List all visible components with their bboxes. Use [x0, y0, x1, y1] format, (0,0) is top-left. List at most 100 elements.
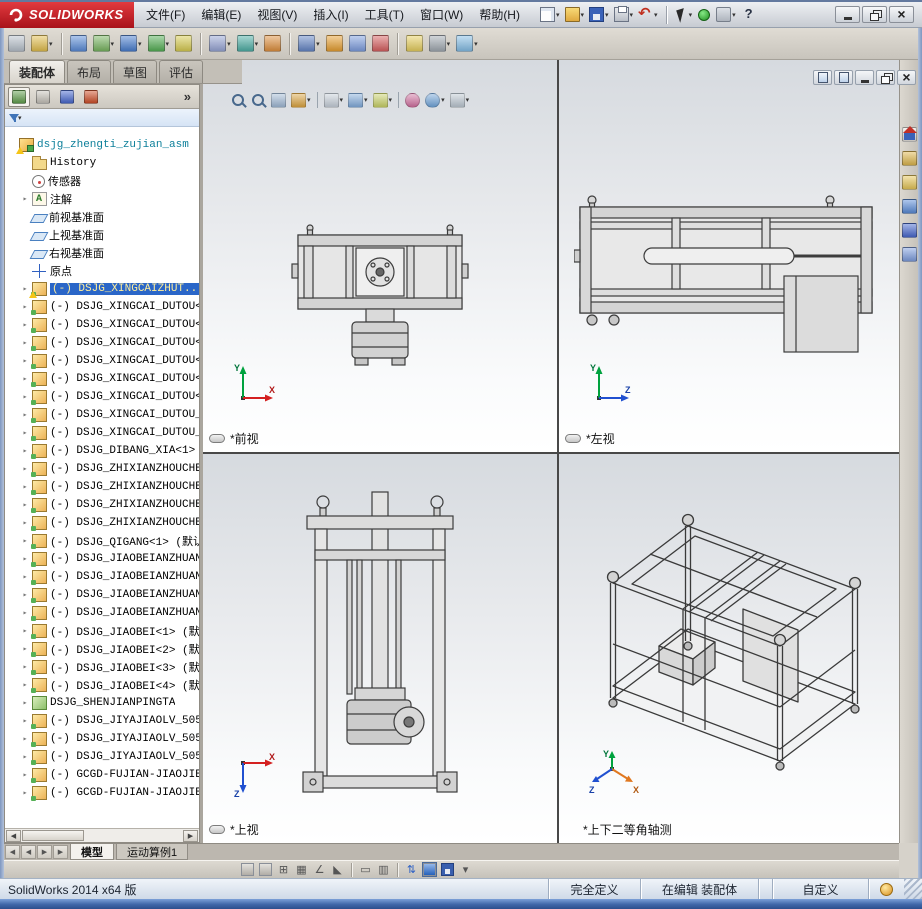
- tree-item[interactable]: ▸ (-) DSJG_ZHIXIANZHOUCHE: [5, 496, 199, 514]
- tree-item[interactable]: ▸ 注解: [5, 190, 199, 208]
- expand-toggle-icon[interactable]: ▸: [21, 554, 29, 564]
- dropdown-caret-icon[interactable]: ▾: [732, 11, 736, 19]
- angle-snap-button[interactable]: ∠: [312, 862, 327, 877]
- tree-item[interactable]: ▸ (-) DSJG_XINGCAI_DUTOU<: [5, 370, 199, 388]
- expand-toggle-icon[interactable]: ▸: [21, 356, 29, 366]
- dropdown-caret-icon[interactable]: ▾: [227, 40, 231, 48]
- close-document-button[interactable]: [897, 70, 916, 85]
- viewport-apply-scene-button[interactable]: ▾: [423, 90, 447, 110]
- dropdown-caret-icon[interactable]: ▾: [441, 96, 445, 104]
- toolbar-bill-of-materials-button[interactable]: ▾: [296, 31, 322, 57]
- undo-button[interactable]: ▾: [636, 4, 660, 26]
- tree-item[interactable]: ▸ (-) DSJG_XINGCAIZHUT...: [5, 280, 199, 298]
- viewport-section-view-button[interactable]: ▾: [289, 90, 313, 110]
- viewport-zoom-to-fit-button[interactable]: [229, 90, 248, 110]
- expand-toggle-icon[interactable]: ▸: [21, 536, 29, 546]
- viewport-previous-view-button[interactable]: [269, 90, 288, 110]
- tree-item[interactable]: ▸ (-) DSJG_JIAOBEIANZHUAN: [5, 586, 199, 604]
- menu-item[interactable]: 编辑(E): [193, 4, 249, 26]
- viewport-divider-horizontal[interactable]: [203, 452, 899, 454]
- restore-document-button[interactable]: [876, 70, 895, 85]
- resize-grip-icon[interactable]: [904, 879, 922, 899]
- toolbar-take-snapshot-button[interactable]: ▾: [454, 31, 480, 57]
- dropdown-caret-icon[interactable]: ▾: [111, 40, 115, 48]
- expand-toggle-icon[interactable]: ▸: [21, 752, 29, 762]
- menu-item[interactable]: 工具(T): [357, 4, 412, 26]
- expand-toggle-icon[interactable]: ▸: [21, 770, 29, 780]
- dropdown-caret-icon[interactable]: ▾: [605, 11, 609, 19]
- dropdown-caret-icon[interactable]: ▾: [447, 40, 451, 48]
- tile-windows-button[interactable]: ⇅: [404, 862, 419, 877]
- command-tab-2[interactable]: 草图: [113, 60, 158, 83]
- expand-toggle-icon[interactable]: ▸: [21, 572, 29, 582]
- tree-item[interactable]: ▸ (-) DSJG_XINGCAI_DUTOU<: [5, 352, 199, 370]
- toolbar-smart-fasteners-button[interactable]: ▾: [118, 31, 144, 57]
- custom-properties-button[interactable]: [900, 242, 919, 266]
- solidworks-resources-button[interactable]: [900, 122, 919, 146]
- menu-item[interactable]: 窗口(W): [412, 4, 471, 26]
- dropdown-caret-icon[interactable]: ▾: [255, 40, 259, 48]
- viewport-left[interactable]: Y Z *左视: [559, 60, 899, 452]
- tree-item[interactable]: ▸ (-) GCGD-FUJIAN-JIAOJIE: [5, 766, 199, 784]
- toolbar-new-motion-study-button[interactable]: [262, 31, 283, 57]
- scroll-prev-button[interactable]: ◀: [21, 845, 36, 859]
- viewport-view-settings-button[interactable]: ▾: [448, 90, 472, 110]
- appearances-scenes-button[interactable]: [900, 218, 919, 242]
- scrollbar-track[interactable]: [21, 830, 183, 842]
- toolbar-explode-line-sketch-button[interactable]: [347, 31, 368, 57]
- viewport-front[interactable]: Y X *前视: [203, 60, 557, 452]
- toolbar-mate-button[interactable]: [68, 31, 89, 57]
- measure-button[interactable]: [240, 862, 255, 877]
- tree-item[interactable]: ▸ (-) DSJG_JIYAJIAOLV_505: [5, 712, 199, 730]
- expand-toggle-icon[interactable]: ▸: [21, 608, 29, 618]
- expand-toggle-icon[interactable]: ▸: [21, 446, 29, 456]
- tree-item[interactable]: ▸ (-) DSJG_JIYAJIAOLV_505: [5, 748, 199, 766]
- viewport-display-style-button[interactable]: ▾: [346, 90, 370, 110]
- tree-item[interactable]: 上视基准面: [5, 226, 199, 244]
- quick-tips-button[interactable]: [868, 879, 904, 899]
- propertymanager-tab[interactable]: [32, 87, 54, 107]
- tree-item[interactable]: ▸ (-) DSJG_XINGCAI_DUTOU<: [5, 316, 199, 334]
- scroll-last-button[interactable]: ▶: [53, 845, 68, 859]
- expand-toggle-icon[interactable]: ▸: [21, 644, 29, 654]
- toolbar-instant-3d-button[interactable]: [404, 31, 425, 57]
- menu-item[interactable]: 帮助(H): [471, 4, 528, 26]
- tree-item[interactable]: ▸ (-) DSJG_JIAOBEI<1> (默认: [5, 622, 199, 640]
- dropdown-caret-icon[interactable]: ▾: [466, 96, 470, 104]
- grid-button[interactable]: ⊞: [276, 862, 291, 877]
- command-tab-3[interactable]: 评估: [159, 60, 204, 83]
- panel-expand-chevron[interactable]: »: [184, 89, 196, 104]
- expand-toggle-icon[interactable]: ▸: [21, 284, 29, 294]
- dropdown-caret-icon[interactable]: ▾: [654, 11, 658, 19]
- options-button[interactable]: ▾: [714, 4, 738, 26]
- dropdown-caret-icon[interactable]: ▾: [630, 11, 634, 19]
- dropdown-caret-icon[interactable]: ▾: [166, 40, 170, 48]
- open-button[interactable]: ▾: [563, 4, 587, 26]
- dropdown-caret-icon[interactable]: ▾: [340, 96, 344, 104]
- expand-toggle-icon[interactable]: ▸: [21, 716, 29, 726]
- tree-item[interactable]: ▸ (-) DSJG_ZHIXIANZHOUCHE: [5, 478, 199, 496]
- bottom-tab-1[interactable]: 运动算例1: [116, 844, 189, 860]
- bottom-tab-0[interactable]: 模型: [70, 844, 114, 860]
- tree-item[interactable]: ▸ (-) DSJG_ZHIXIANZHOUCHE: [5, 514, 199, 532]
- toolbar-edit-component-button[interactable]: [6, 31, 27, 57]
- scroll-right-button[interactable]: ▶: [183, 829, 198, 842]
- new-document-button[interactable]: ▾: [538, 4, 562, 26]
- dropdown-caret-icon[interactable]: ▾: [581, 11, 585, 19]
- tree-item[interactable]: ▸ (-) DSJG_JIAOBEIANZHUAN: [5, 604, 199, 622]
- scroll-next-button[interactable]: ▶: [37, 845, 52, 859]
- file-explorer-button[interactable]: [900, 170, 919, 194]
- toolbar-linear-component-pattern-button[interactable]: ▾: [91, 31, 117, 57]
- dropdown-caret-icon[interactable]: ▾: [689, 11, 693, 19]
- save-button[interactable]: ▾: [587, 4, 611, 26]
- expand-toggle-icon[interactable]: ▸: [21, 464, 29, 474]
- viewport-isometric[interactable]: Y X Z *上下二等角轴测: [559, 454, 899, 843]
- expand-toggle-icon[interactable]: ▸: [21, 410, 29, 420]
- tree-item[interactable]: ▸ (-) DSJG_JIAOBEIANZHUAN: [5, 550, 199, 568]
- minimize-document-button[interactable]: [855, 70, 874, 85]
- tree-horizontal-scrollbar[interactable]: ◀ ▶: [5, 828, 199, 842]
- print-button[interactable]: ▾: [612, 4, 636, 26]
- displaymanager-tab[interactable]: [80, 87, 102, 107]
- tree-item[interactable]: 传感器: [5, 172, 199, 190]
- toolbar-insert-components-button[interactable]: ▾: [29, 31, 55, 57]
